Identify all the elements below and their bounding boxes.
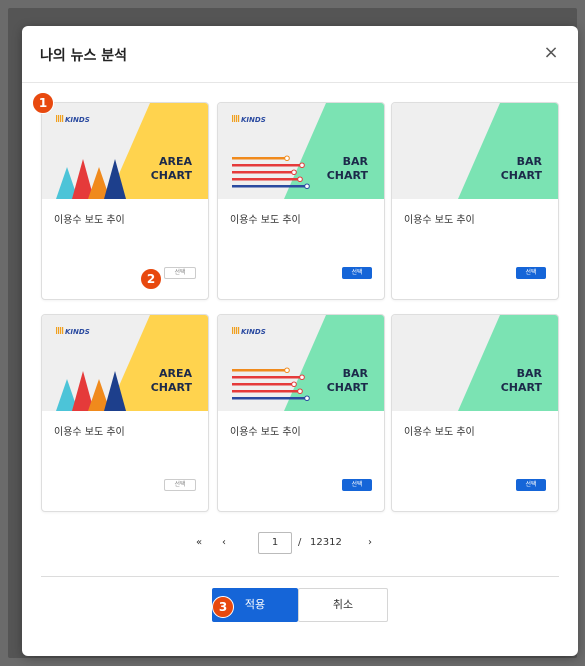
step-badge-3: 3	[212, 596, 234, 618]
page-separator: /	[298, 537, 302, 548]
kinds-logo-text: KINDS	[241, 328, 266, 336]
bar-line-shape	[232, 171, 294, 174]
chart-thumbnail-graphic: KINDS BARCHART	[232, 315, 384, 411]
kinds-logo-icon	[56, 327, 64, 334]
chart-type-label: BAR	[517, 155, 543, 168]
chart-template-card[interactable]: KINDS AREA CHART 이용수 보도 추이선택	[41, 102, 209, 300]
accent-shape	[108, 103, 208, 199]
chart-type-label: AREA	[159, 155, 192, 168]
bar-line-dot	[297, 176, 303, 183]
page-number-input[interactable]: 1	[258, 532, 292, 554]
chart-template-card[interactable]: BAR CHART 이용수 보도 추이선택	[391, 102, 559, 300]
modal-header: 나의 뉴스 분석 ×	[22, 26, 578, 83]
select-button[interactable]: 선택	[342, 479, 372, 491]
chart-template-card[interactable]: KINDS BAR CHART 이용수 보도 추이선택	[217, 314, 385, 512]
bar-line-shape	[232, 164, 302, 167]
card-title: 이용수 보도 추이	[54, 215, 125, 226]
bar-line-dot	[304, 395, 310, 402]
accent-shape	[458, 315, 558, 411]
bar-line-shape	[232, 185, 307, 188]
chart-type-label: BAR	[343, 367, 369, 380]
bar-line-shape	[232, 397, 307, 400]
chart-type-sublabel: CHART	[501, 169, 543, 182]
card-title: 이용수 보도 추이	[404, 215, 475, 226]
bar-line-shape	[232, 157, 287, 160]
bar-line-shape	[232, 178, 300, 181]
bar-line-shape	[232, 376, 302, 379]
card-title: 이용수 보도 추이	[230, 427, 301, 438]
footer-divider	[41, 576, 559, 577]
chart-thumbnail-graphic: BARCHART	[458, 315, 558, 411]
chart-thumbnail-graphic: KINDS AREACHART	[56, 103, 208, 199]
bar-line-dot	[284, 155, 290, 162]
select-button[interactable]: 선택	[342, 267, 372, 279]
select-button[interactable]: 선택	[164, 479, 196, 491]
bar-line-dot	[299, 374, 305, 381]
chart-type-sublabel: CHART	[151, 169, 193, 182]
bar-line-dot	[304, 183, 310, 190]
bar-line-dot	[299, 162, 305, 169]
news-analysis-modal: 나의 뉴스 분석 × KINDS AREA CHART 이용수 보도 추이 선택 KIND…	[22, 26, 578, 656]
modal-title: 나의 뉴스 분석	[40, 48, 128, 64]
bar-line-shape	[232, 369, 287, 372]
bar-line-dot	[297, 388, 303, 395]
chart-thumbnail-graphic: BARCHART	[458, 103, 558, 199]
chart-thumbnail: KINDS BAR CHART	[218, 103, 384, 199]
select-button[interactable]: 선택	[164, 267, 196, 279]
chart-type-label: AREA	[159, 367, 192, 380]
chart-thumbnail: KINDS AREA CHART	[42, 103, 208, 199]
kinds-logo-text: KINDS	[65, 328, 90, 336]
chart-thumbnail-graphic: KINDS AREACHART	[56, 315, 208, 411]
chart-thumbnail: BAR CHART	[392, 315, 558, 411]
accent-shape	[458, 103, 558, 199]
kinds-logo-text: KINDS	[65, 116, 90, 124]
kinds-logo-icon	[232, 115, 240, 122]
accent-shape	[108, 315, 208, 411]
chart-type-sublabel: CHART	[327, 381, 369, 394]
chart-thumbnail: KINDS BAR CHART	[218, 315, 384, 411]
select-button[interactable]: 선택	[516, 267, 546, 279]
chart-template-card[interactable]: KINDS BAR CHART 이용수 보도 추이선택	[217, 102, 385, 300]
chart-type-sublabel: CHART	[151, 381, 193, 394]
chart-type-label: BAR	[517, 367, 543, 380]
kinds-logo-icon	[56, 115, 64, 122]
bar-line-dot	[284, 367, 290, 374]
prev-page-button[interactable]: ‹	[222, 532, 226, 554]
chart-type-sublabel: CHART	[327, 169, 369, 182]
close-icon[interactable]: ×	[540, 42, 562, 64]
bar-line-shape	[232, 390, 300, 393]
accent-shape	[284, 103, 384, 199]
first-page-button[interactable]: «	[196, 532, 202, 554]
card-title: 이용수 보도 추이	[230, 215, 301, 226]
chart-thumbnail: BAR CHART	[392, 103, 558, 199]
accent-shape	[284, 315, 384, 411]
card-title: 이용수 보도 추이	[54, 427, 125, 438]
kinds-logo-text: KINDS	[241, 116, 266, 124]
bar-line-dot	[291, 169, 297, 176]
step-badge-2: 2	[140, 268, 162, 290]
chart-type-label: BAR	[343, 155, 369, 168]
chart-template-card[interactable]: BAR CHART 이용수 보도 추이선택	[391, 314, 559, 512]
chart-type-sublabel: CHART	[501, 381, 543, 394]
card-title: 이용수 보도 추이	[404, 427, 475, 438]
kinds-logo-icon	[232, 327, 240, 334]
chart-thumbnail-graphic: KINDS BARCHART	[232, 103, 384, 199]
total-pages: 12312	[310, 537, 342, 548]
chart-thumbnail: KINDS AREA CHART	[42, 315, 208, 411]
next-page-button[interactable]: ›	[368, 532, 372, 554]
cancel-button[interactable]: 취소	[298, 588, 388, 622]
chart-template-card[interactable]: KINDS AREA CHART 이용수 보도 추이선택	[41, 314, 209, 512]
select-button[interactable]: 선택	[516, 479, 546, 491]
bar-line-dot	[291, 381, 297, 388]
step-badge-1: 1	[32, 92, 54, 114]
bar-line-shape	[232, 383, 294, 386]
